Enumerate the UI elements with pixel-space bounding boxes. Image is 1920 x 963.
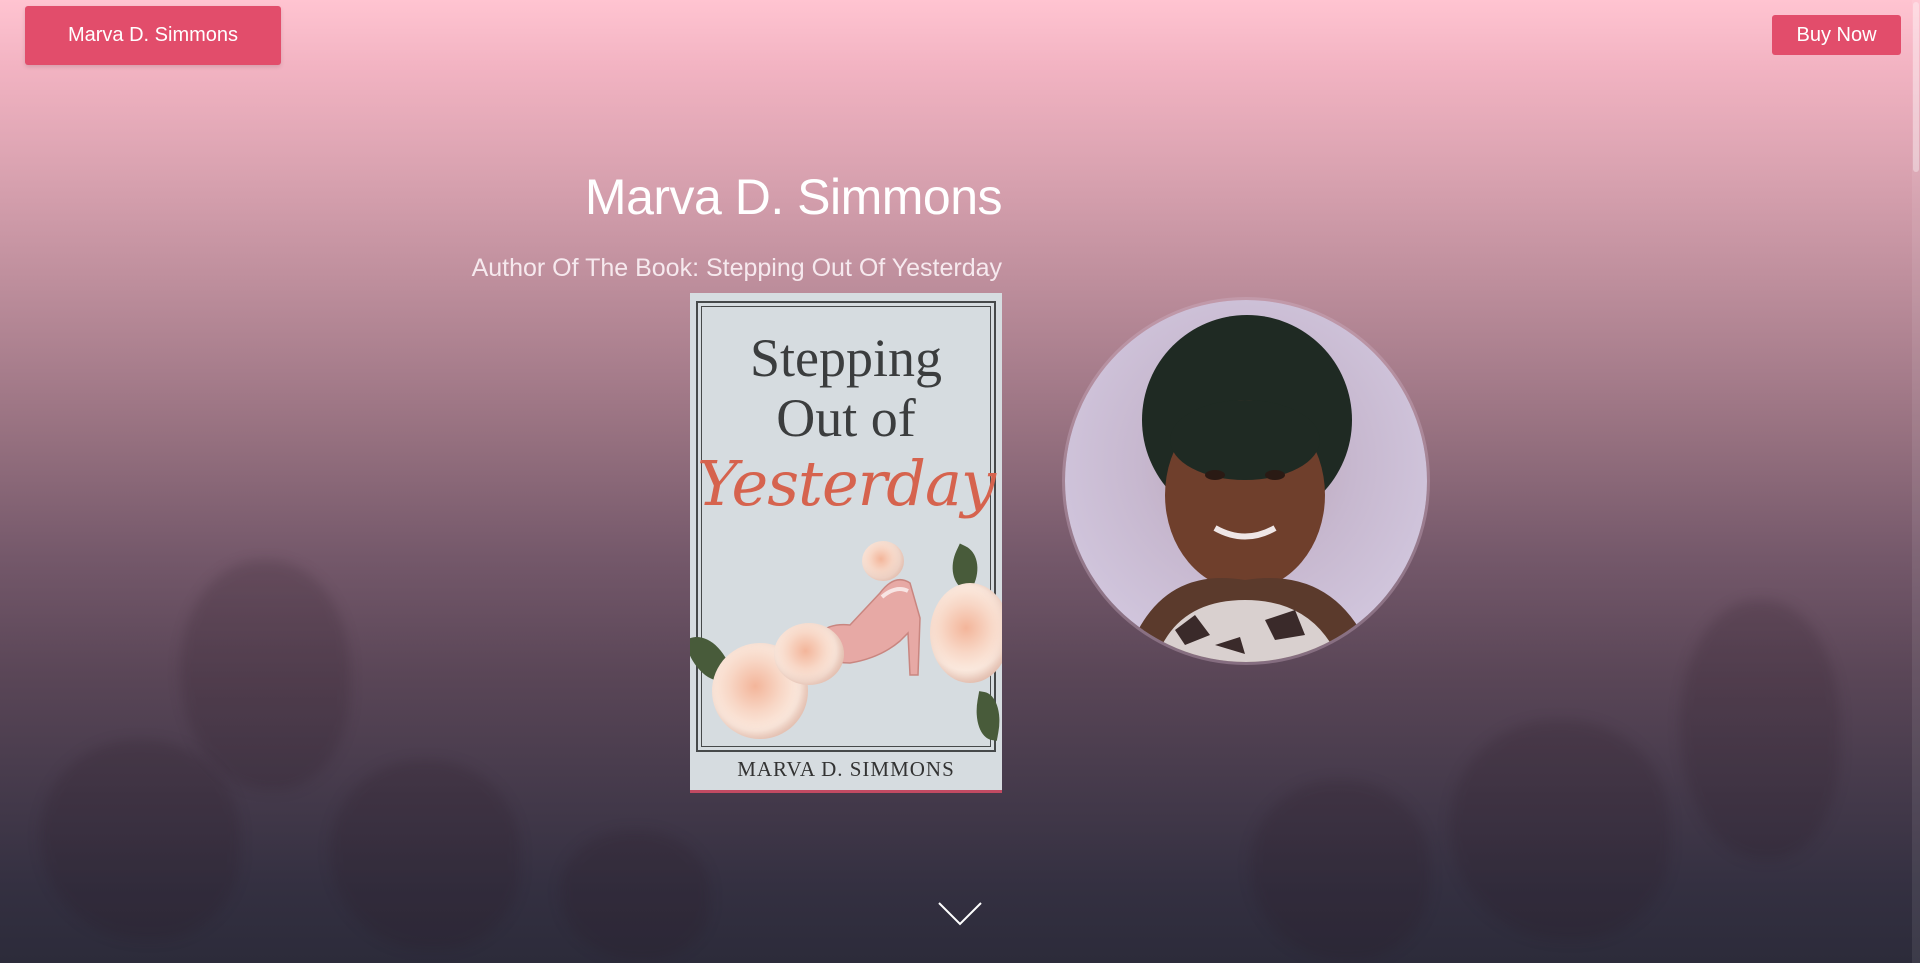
author-portrait — [1125, 315, 1375, 662]
book-title-line-1: Stepping — [749, 328, 942, 388]
brand-button[interactable]: Marva D. Simmons — [25, 6, 281, 65]
book-title-line-2: Out of — [776, 388, 916, 448]
rose-decoration — [930, 583, 1002, 683]
book-cover-image: Stepping Out of Yesterday MARVA D. SIMMO… — [690, 293, 1002, 793]
buy-now-button[interactable]: Buy Now — [1772, 15, 1901, 55]
book-title-line-3: Yesterday — [697, 447, 996, 520]
rose-decoration — [774, 623, 844, 685]
page-subtitle: Author Of The Book: Stepping Out Of Yest… — [471, 254, 1002, 282]
book-author-name: MARVA D. SIMMONS — [737, 757, 955, 781]
chevron-down-icon[interactable] — [937, 900, 983, 928]
scrollbar-thumb[interactable] — [1913, 2, 1919, 172]
author-photo — [1065, 300, 1427, 662]
page-title: Marva D. Simmons — [584, 169, 1003, 225]
page-scrollbar[interactable] — [1912, 0, 1920, 963]
rose-decoration — [862, 541, 904, 581]
